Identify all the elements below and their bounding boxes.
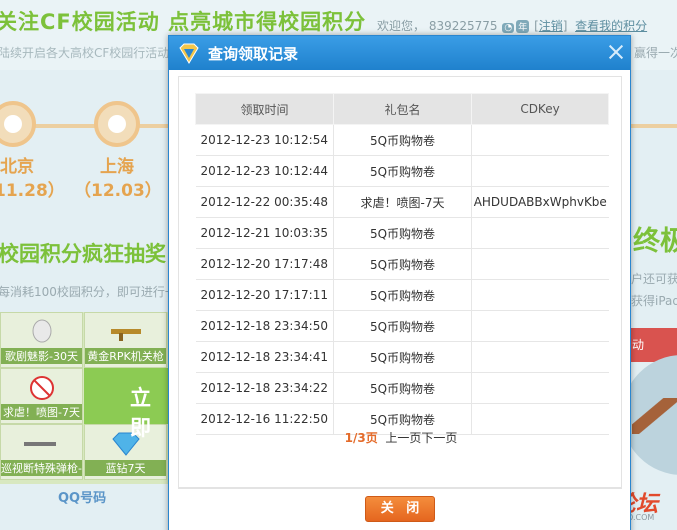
page-indicator: 1/3页 <box>344 431 378 445</box>
cell-time: 2012-12-18 23:34:22 <box>195 372 334 404</box>
dialog-title: 查询领取记录 <box>208 45 299 63</box>
cell-time: 2012-12-21 10:03:35 <box>195 217 334 249</box>
cell-gift: 求虐！喷图-7天 <box>333 186 472 218</box>
table-row: 2012-12-23 10:12:54 5Q币购物卷 <box>195 124 609 156</box>
table-row: 2012-12-18 23:34:41 5Q币购物卷 <box>195 341 609 373</box>
cf-shield-icon <box>179 43 199 64</box>
cell-cdkey <box>471 155 609 187</box>
modal-overlay: 查询领取记录 领取时间 礼包名 CDKey 2012-12-23 10:12:5… <box>0 0 677 530</box>
records-table: 领取时间 礼包名 CDKey 2012-12-23 10:12:54 5Q币购物… <box>195 93 609 435</box>
cell-cdkey <box>471 248 609 280</box>
table-row: 2012-12-18 23:34:22 5Q币购物卷 <box>195 372 609 404</box>
cell-cdkey <box>471 310 609 342</box>
cell-cdkey <box>471 341 609 373</box>
footer-divider <box>178 488 622 489</box>
cell-gift: 5Q币购物卷 <box>333 279 472 311</box>
column-header: 领取时间 <box>195 93 334 125</box>
cell-gift: 5Q币购物卷 <box>333 341 472 373</box>
pagination: 1/3页 上一页下一页 <box>179 429 623 446</box>
cell-gift: 5Q币购物卷 <box>333 248 472 280</box>
cell-time: 2012-12-20 17:17:11 <box>195 279 334 311</box>
next-page-link[interactable]: 下一页 <box>421 431 457 445</box>
cell-cdkey <box>471 372 609 404</box>
cell-time: 2012-12-23 10:12:54 <box>195 124 334 156</box>
close-icon[interactable] <box>605 41 627 63</box>
cell-gift: 5Q币购物卷 <box>333 155 472 187</box>
cell-cdkey <box>471 279 609 311</box>
table-row: 2012-12-23 10:12:44 5Q币购物卷 <box>195 155 609 187</box>
cell-time: 2012-12-18 23:34:41 <box>195 341 334 373</box>
cell-cdkey <box>471 217 609 249</box>
column-header: 礼包名 <box>333 93 472 125</box>
query-records-dialog: 查询领取记录 领取时间 礼包名 CDKey 2012-12-23 10:12:5… <box>168 35 631 530</box>
dialog-header: 查询领取记录 <box>169 36 630 70</box>
table-header-row: 领取时间 礼包名 CDKey <box>195 93 609 125</box>
cell-time: 2012-12-22 00:35:48 <box>195 186 334 218</box>
cell-gift: 5Q币购物卷 <box>333 217 472 249</box>
table-row: 2012-12-22 00:35:48 求虐！喷图-7天 AHDUDABBxWp… <box>195 186 609 218</box>
table-row: 2012-12-18 23:34:50 5Q币购物卷 <box>195 310 609 342</box>
dialog-body: 领取时间 礼包名 CDKey 2012-12-23 10:12:54 5Q币购物… <box>178 76 622 488</box>
column-header: CDKey <box>471 93 609 125</box>
cell-gift: 5Q币购物卷 <box>333 310 472 342</box>
prev-page-link[interactable]: 上一页 <box>385 431 421 445</box>
table-row: 2012-12-20 17:17:48 5Q币购物卷 <box>195 248 609 280</box>
close-button[interactable]: 关 闭 <box>365 496 435 522</box>
cell-gift: 5Q币购物卷 <box>333 124 472 156</box>
table-row: 2012-12-20 17:17:11 5Q币购物卷 <box>195 279 609 311</box>
cell-time: 2012-12-20 17:17:48 <box>195 248 334 280</box>
cell-time: 2012-12-18 23:34:50 <box>195 310 334 342</box>
cell-cdkey: AHDUDABBxWphvKbe <box>471 186 609 218</box>
cell-cdkey <box>471 124 609 156</box>
cell-gift: 5Q币购物卷 <box>333 372 472 404</box>
cell-time: 2012-12-23 10:12:44 <box>195 155 334 187</box>
table-row: 2012-12-21 10:03:35 5Q币购物卷 <box>195 217 609 249</box>
